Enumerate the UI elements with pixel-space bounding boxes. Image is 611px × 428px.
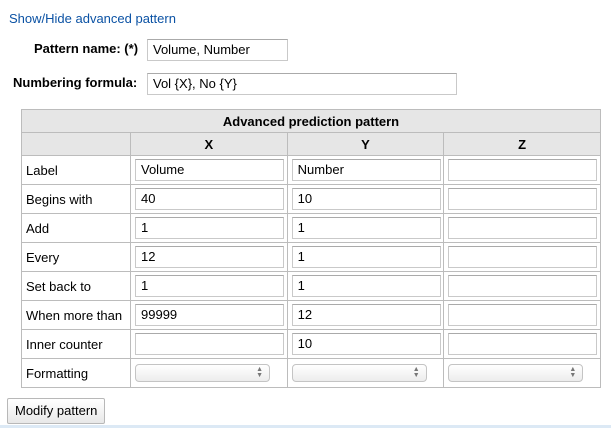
modify-pattern-button[interactable]: Modify pattern — [7, 398, 106, 424]
begins-with-z-input[interactable] — [448, 188, 598, 210]
label-x-input[interactable]: Volume — [135, 159, 284, 181]
select-arrows-icon: ▲ ▼ — [569, 366, 577, 379]
begins-with-x-input[interactable]: 40 — [135, 188, 284, 210]
advanced-prediction-pattern-table: Advanced prediction pattern X Y Z Label … — [21, 109, 601, 388]
column-header-x: X — [130, 132, 288, 156]
formatting-z-select[interactable]: ▲ ▼ — [448, 364, 584, 382]
row-label: Label — [21, 155, 131, 185]
select-arrows-icon: ▲ ▼ — [256, 366, 263, 379]
add-x-input[interactable]: 1 — [135, 217, 284, 239]
add-y-input[interactable]: 1 — [291, 217, 441, 239]
inner-counter-y-input[interactable]: 10 — [291, 333, 441, 355]
table-row-begins-with: Begins with 40 10 — [21, 184, 601, 214]
column-header-z: Z — [443, 132, 601, 156]
inner-counter-x-input[interactable] — [135, 333, 284, 355]
when-more-than-x-input[interactable]: 99999 — [135, 304, 284, 326]
add-z-input[interactable] — [448, 217, 598, 239]
table-row-every: Every 12 1 — [21, 242, 601, 272]
row-label: Formatting — [21, 358, 131, 388]
corner-header — [21, 132, 131, 156]
numbering-formula-input[interactable]: Vol {X}, No {Y} — [147, 73, 457, 95]
label-z-input[interactable] — [448, 159, 598, 181]
pattern-name-input[interactable]: Volume, Number — [147, 39, 288, 61]
inner-counter-z-input[interactable] — [448, 333, 598, 355]
row-label: Inner counter — [21, 329, 131, 359]
column-header-y: Y — [286, 132, 445, 156]
row-label: Set back to — [21, 271, 131, 301]
set-back-to-x-input[interactable]: 1 — [135, 275, 284, 297]
row-label: When more than — [21, 300, 131, 330]
formatting-x-select[interactable]: ▲ ▼ — [135, 364, 270, 382]
table-row-formatting: Formatting ▲ ▼ ▲ ▼ ▲ ▼ — [21, 358, 601, 388]
row-label: Add — [21, 213, 131, 243]
table-title: Advanced prediction pattern — [21, 109, 601, 133]
row-label: Every — [21, 242, 131, 272]
begins-with-y-input[interactable]: 10 — [291, 188, 441, 210]
set-back-to-y-input[interactable]: 1 — [291, 275, 441, 297]
label-y-input[interactable]: Number — [291, 159, 441, 181]
table-row-add: Add 1 1 — [21, 213, 601, 243]
every-y-input[interactable]: 1 — [291, 246, 441, 268]
table-row-set-back-to: Set back to 1 1 — [21, 271, 601, 301]
formatting-y-select[interactable]: ▲ ▼ — [291, 364, 427, 382]
row-label: Begins with — [21, 184, 131, 214]
when-more-than-z-input[interactable] — [448, 304, 598, 326]
when-more-than-y-input[interactable]: 12 — [291, 304, 441, 326]
numbering-formula-label: Numbering formula: — [13, 75, 138, 90]
table-row-when-more-than: When more than 99999 12 — [21, 300, 601, 330]
every-x-input[interactable]: 12 — [135, 246, 284, 268]
every-z-input[interactable] — [448, 246, 598, 268]
select-arrows-icon: ▲ ▼ — [412, 366, 420, 379]
set-back-to-z-input[interactable] — [448, 275, 598, 297]
table-row-inner-counter: Inner counter 10 — [21, 329, 601, 359]
show-hide-advanced-pattern-link[interactable]: Show/Hide advanced pattern — [9, 11, 176, 26]
table-row-label: Label Volume Number — [21, 155, 601, 185]
pattern-name-label: Pattern name: (*) — [34, 41, 139, 56]
